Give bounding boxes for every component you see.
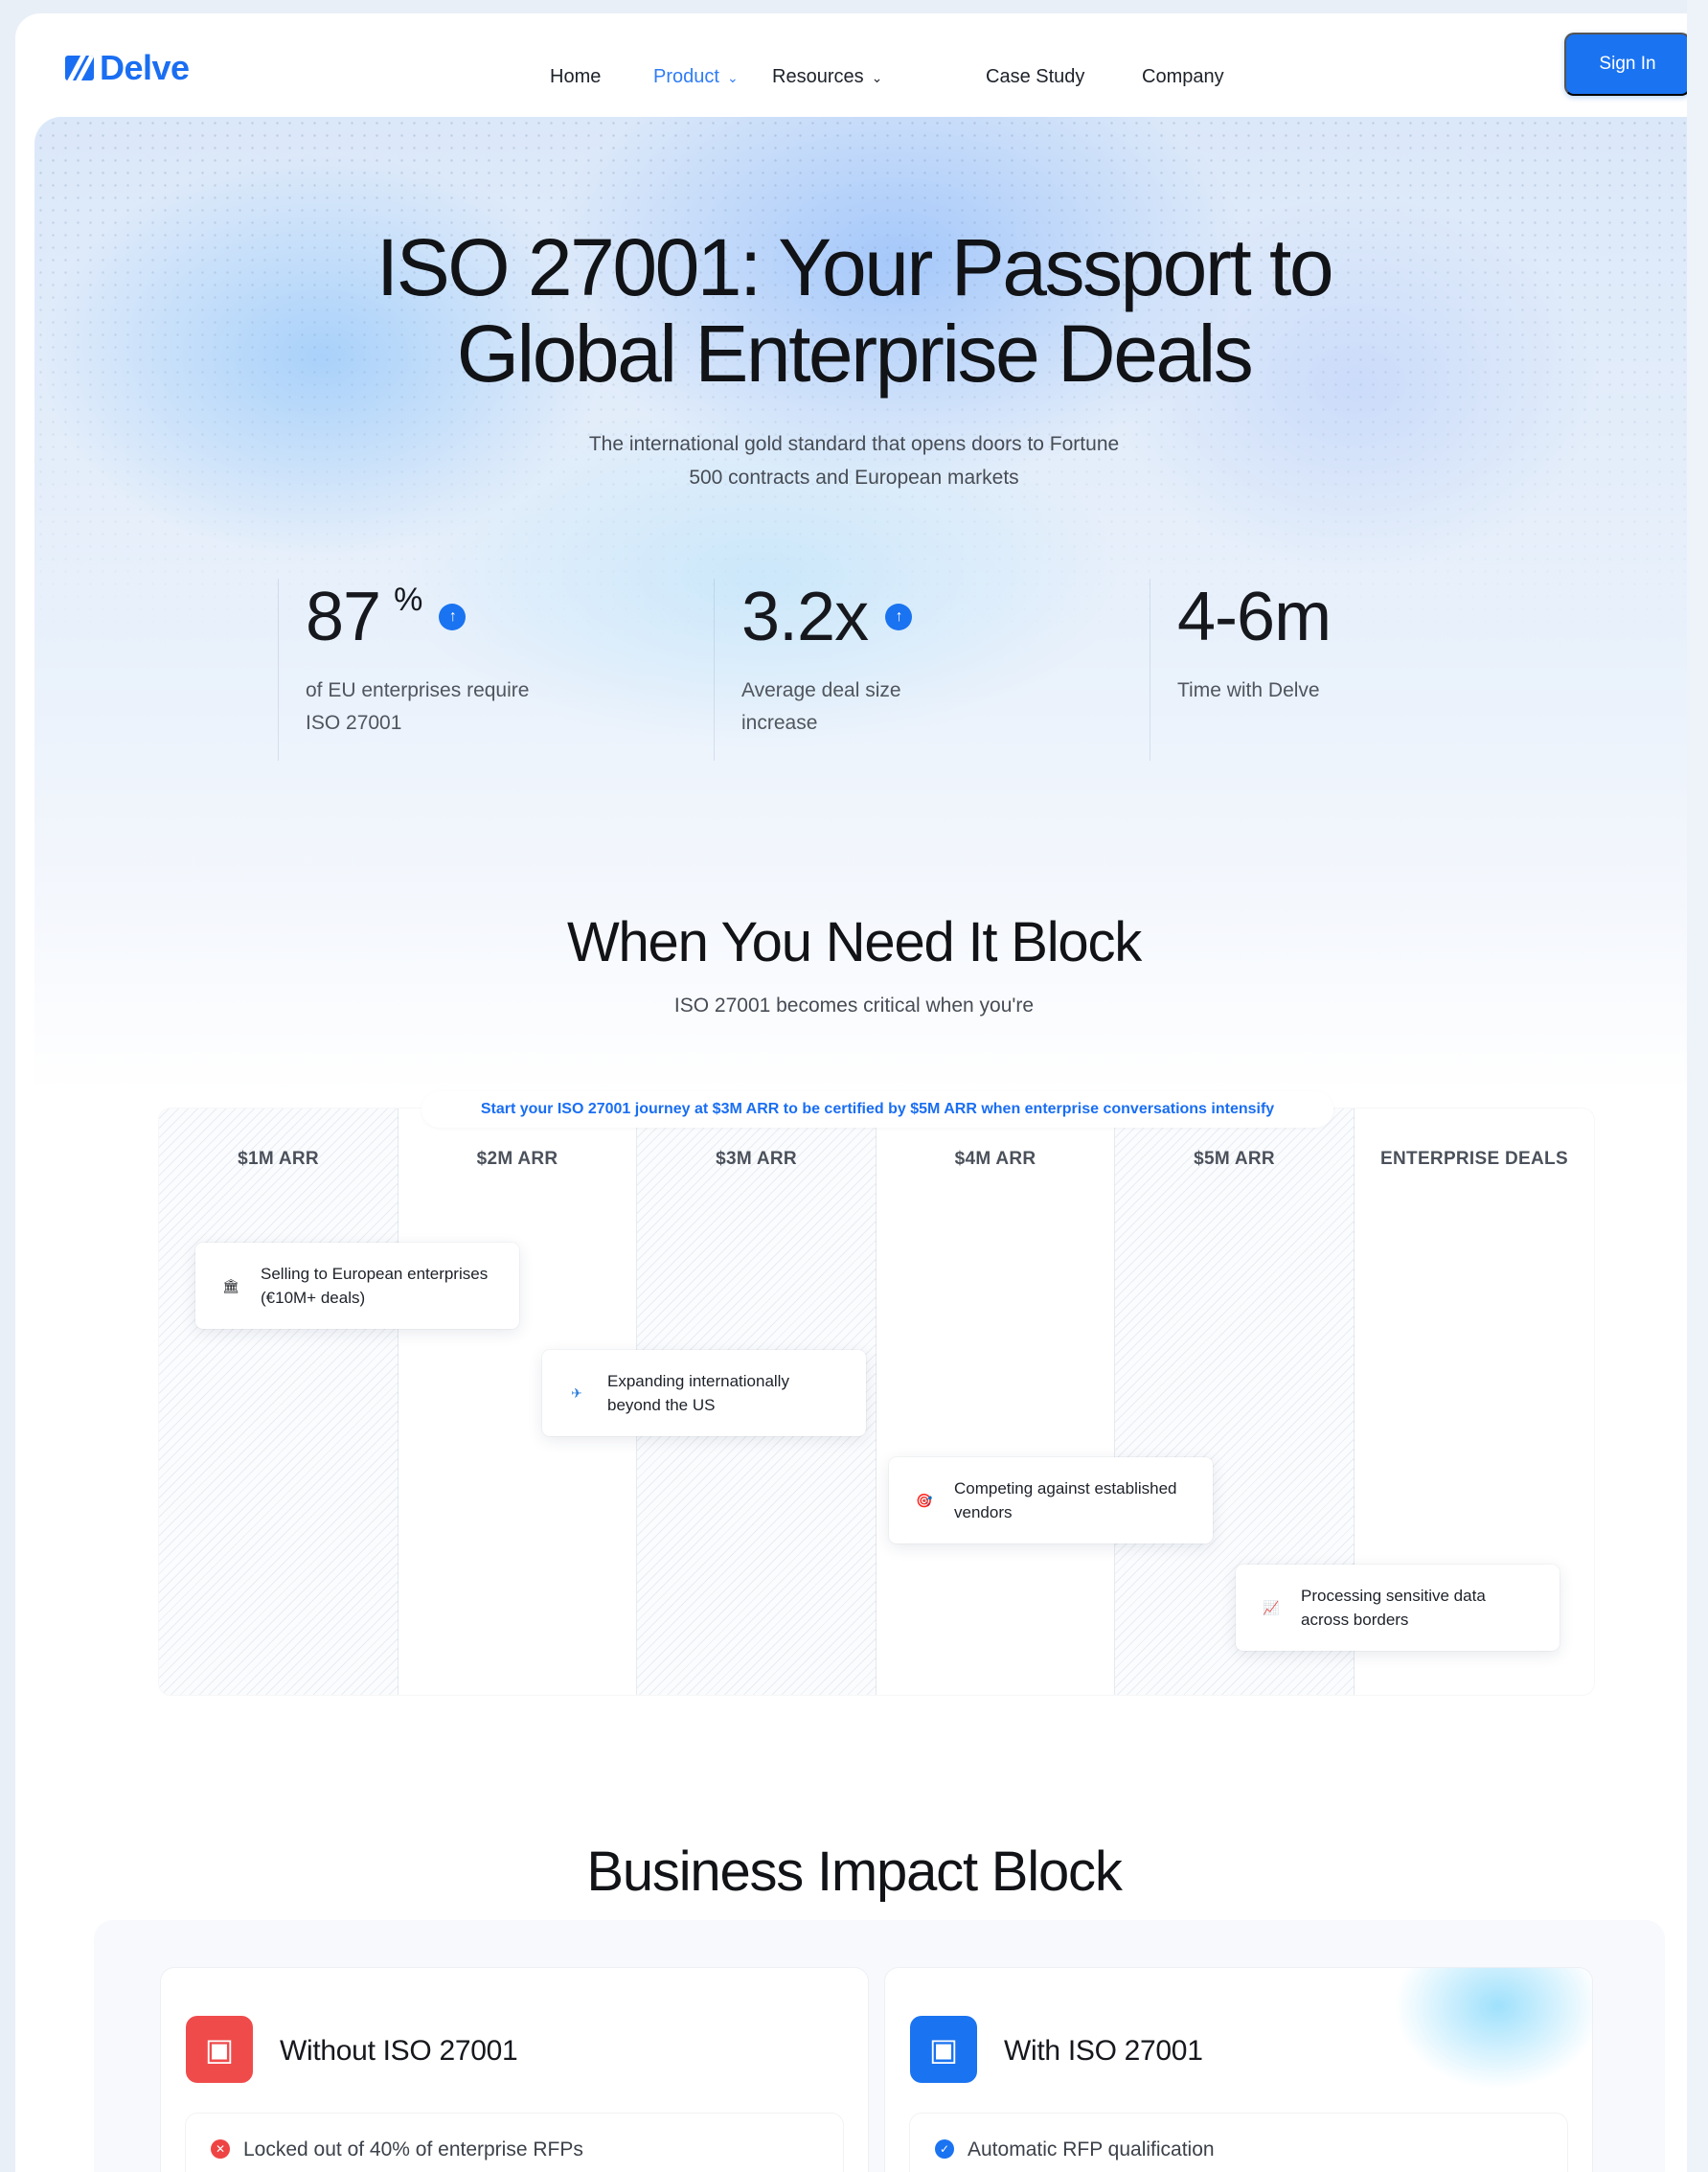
hero-title: ISO 27001: Your Passport to Global Enter…	[15, 224, 1708, 397]
stat-label: Time with Delve	[1177, 674, 1455, 707]
check-circle-icon: ✓	[935, 2139, 954, 2159]
impact-card-title: With ISO 27001	[1004, 2035, 1203, 2067]
nav-home[interactable]: Home	[550, 66, 601, 88]
nav-product-label: Product	[653, 66, 719, 87]
hero-title-line2: Global Enterprise Deals	[456, 309, 1254, 399]
brand-logo[interactable]: Delve	[65, 48, 190, 88]
event-text-line2: vendors	[954, 1503, 1013, 1521]
arrow-up-icon: ↑	[885, 604, 913, 630]
nav-resources[interactable]: Resources ⌄	[772, 66, 882, 88]
sign-in-button[interactable]: Sign In	[1564, 33, 1691, 96]
certificate-icon: ▣	[910, 2016, 977, 2083]
nav-company-label: Company	[1142, 66, 1224, 87]
nav-home-label: Home	[550, 66, 602, 87]
hero-subtitle-line2: 500 contracts and European markets	[689, 467, 1019, 489]
chart-up-icon: 📈	[1263, 1599, 1280, 1615]
column-header: $1M ARR	[238, 1149, 319, 1169]
column-header: $2M ARR	[476, 1149, 558, 1169]
stat-label-line1: of EU enterprises require	[306, 679, 530, 701]
impact-item: ✕ Locked out of 40% of enterprise RFPs	[186, 2114, 843, 2172]
nav-case-study-label: Case Study	[986, 66, 1085, 87]
hero-title-line1: ISO 27001: Your Passport to	[376, 222, 1334, 312]
stat-label-line2: ISO 27001	[306, 712, 402, 734]
certificate-icon: ▣	[186, 2016, 253, 2083]
timeline-column: $1M ARR	[159, 1109, 399, 1695]
event-text: Expanding internationally beyond the US	[607, 1369, 847, 1417]
event-text-line2: across borders	[1301, 1611, 1409, 1629]
institution-icon: 🏛	[222, 1277, 239, 1293]
arr-guidance-banner: Start your ISO 27001 journey at $3M ARR …	[421, 1091, 1333, 1128]
event-text: Competing against established vendors	[954, 1476, 1194, 1524]
hero-subtitle-line1: The international gold standard that ope…	[588, 433, 1120, 455]
timeline-event: 🎯 Competing against established vendors	[889, 1457, 1213, 1543]
page: Delve Home Product ⌄ Resources ⌄ Case St…	[15, 13, 1708, 2172]
arr-timeline: $1M ARR $2M ARR $3M ARR $4M ARR $5M ARR …	[159, 1109, 1594, 1695]
stat-label-line2: increase	[741, 712, 818, 734]
when-section-subtitle: ISO 27001 becomes critical when you're	[673, 995, 1035, 1017]
event-text-line2: beyond the US	[607, 1396, 716, 1414]
nav-resources-label: Resources	[772, 66, 864, 87]
column-header: $5M ARR	[1194, 1149, 1275, 1169]
target-icon: 🎯	[916, 1492, 933, 1508]
timeline-event: ✈ Expanding internationally beyond the U…	[542, 1350, 866, 1436]
airplane-icon: ✈	[571, 1384, 582, 1401]
column-header: $3M ARR	[716, 1149, 797, 1169]
event-text-line1: Selling to European enterprises	[261, 1265, 489, 1283]
impact-item-text: Locked out of 40% of enterprise RFPs	[243, 2138, 583, 2161]
stat-label: Average deal size increase	[741, 674, 1019, 740]
stat-number: 3.2x	[741, 579, 869, 655]
column-header: ENTERPRISE DEALS	[1380, 1149, 1568, 1169]
brand-name: Delve	[100, 48, 190, 87]
stat-unit: %	[394, 582, 422, 618]
chevron-down-icon: ⌄	[726, 70, 739, 85]
with-iso-card: ▣ With ISO 27001 ✓ Automatic RFP qualifi…	[885, 1968, 1592, 2172]
timeline-event: 📈 Processing sensitive data across borde…	[1236, 1565, 1560, 1651]
impact-item-text: Automatic RFP qualification	[968, 2138, 1215, 2161]
stat-value: 87 % ↑	[306, 579, 583, 655]
top-nav: Delve Home Product ⌄ Resources ⌄ Case St…	[15, 13, 1708, 113]
when-section-title: When You Need It Block	[566, 911, 1142, 973]
stat-eu-enterprises: 87 % ↑ of EU enterprises require ISO 270…	[278, 579, 583, 761]
stat-label-line1: Average deal size	[741, 679, 901, 701]
chevron-down-icon: ⌄	[871, 70, 883, 85]
x-circle-icon: ✕	[211, 2139, 230, 2159]
event-text-line1: Processing sensitive data	[1301, 1587, 1486, 1605]
stat-time-with-delve: 4-6m Time with Delve	[1150, 579, 1455, 761]
event-text-line2: (€10M+ deals)	[261, 1289, 366, 1307]
impact-item: ✓ Automatic RFP qualification	[910, 2114, 1567, 2172]
event-text: Selling to European enterprises (€10M+ d…	[261, 1262, 500, 1310]
timeline-event: 🏛 Selling to European enterprises (€10M+…	[195, 1243, 519, 1329]
column-header: $4M ARR	[954, 1149, 1036, 1169]
event-text-line1: Expanding internationally	[607, 1372, 789, 1390]
nav-product[interactable]: Product ⌄	[653, 66, 739, 88]
event-text: Processing sensitive data across borders	[1301, 1584, 1540, 1632]
impact-card-title: Without ISO 27001	[280, 2035, 518, 2067]
stat-number: 87	[306, 579, 381, 655]
stat-value: 4-6m	[1177, 579, 1455, 655]
stat-value: 3.2x ↑	[741, 579, 1019, 655]
stat-number: 4-6m	[1177, 579, 1332, 655]
stat-label-line1: Time with Delve	[1177, 679, 1320, 701]
stat-label: of EU enterprises require ISO 27001	[306, 674, 583, 740]
delve-logo-icon	[65, 56, 94, 80]
window-edge	[1687, 0, 1708, 2172]
stat-deal-size: 3.2x ↑ Average deal size increase	[714, 579, 1019, 761]
hero-subtitle: The international gold standard that ope…	[15, 427, 1708, 494]
event-text-line1: Competing against established	[954, 1479, 1177, 1498]
nav-company[interactable]: Company	[1142, 66, 1224, 88]
impact-section-title: Business Impact Block	[586, 1840, 1122, 1903]
arrow-up-icon: ↑	[439, 604, 467, 630]
without-iso-card: ▣ Without ISO 27001 ✕ Locked out of 40% …	[161, 1968, 868, 2172]
timeline-column: $4M ARR	[877, 1109, 1115, 1695]
nav-case-study[interactable]: Case Study	[986, 66, 1084, 88]
